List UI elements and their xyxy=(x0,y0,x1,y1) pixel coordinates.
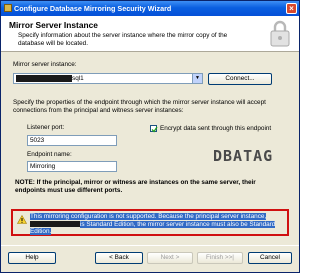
redacted-instance-name xyxy=(30,220,80,227)
watermark: DBATAG xyxy=(213,147,274,165)
padlock-icon xyxy=(270,20,290,47)
ports-note: NOTE: If the principal, mirror or witnes… xyxy=(15,179,256,194)
checkmark-icon xyxy=(151,126,158,133)
encrypt-label: Encrypt data sent through this endpoint xyxy=(160,125,272,132)
page-subtitle: Specify information about the server ins… xyxy=(18,32,228,47)
encrypt-checkbox[interactable] xyxy=(150,125,158,133)
warning-line-2: is Standard Edition, the mirror server i… xyxy=(80,220,276,228)
redacted-server-name xyxy=(16,74,72,82)
back-button[interactable]: < Back xyxy=(95,252,143,264)
warning-icon xyxy=(17,215,27,224)
window-title: Configure Database Mirroring Security Wi… xyxy=(14,4,172,13)
next-button[interactable]: Next > xyxy=(147,252,193,264)
connect-button[interactable]: Connect... xyxy=(208,73,272,85)
finish-button[interactable]: Finish >>| xyxy=(197,252,243,264)
close-button[interactable]: × xyxy=(286,3,297,14)
warning-line-3: Edition. xyxy=(30,228,52,236)
help-button[interactable]: Help xyxy=(8,252,56,264)
endpoint-name-input[interactable]: Mirroring xyxy=(27,161,117,172)
listener-port-label: Listener port: xyxy=(27,124,65,131)
warning-line-1: This mirroring configuration is not supp… xyxy=(30,213,267,220)
warning-box: This mirroring configuration is not supp… xyxy=(11,209,289,236)
app-icon xyxy=(4,4,12,12)
warning-message: This mirroring configuration is not supp… xyxy=(30,213,288,236)
mirror-instance-label: Mirror server instance: xyxy=(13,61,77,68)
page-title: Mirror Server Instance xyxy=(9,20,98,30)
title-bar: Configure Database Mirroring Security Wi… xyxy=(1,1,299,16)
endpoint-name-label: Endpoint name: xyxy=(27,151,72,158)
mirror-instance-value: sql1 xyxy=(72,75,84,82)
wizard-header: Mirror Server Instance Specify informati… xyxy=(1,16,299,52)
wizard-window: Configure Database Mirroring Security Wi… xyxy=(0,0,300,273)
mirror-instance-combo[interactable]: sql1 ▼ xyxy=(13,73,203,84)
cancel-button[interactable]: Cancel xyxy=(248,252,292,264)
footer-separator xyxy=(1,245,299,246)
listener-port-input[interactable]: 5023 xyxy=(27,135,117,146)
endpoint-description: Specify the properties of the endpoint t… xyxy=(13,99,266,114)
chevron-down-icon[interactable]: ▼ xyxy=(192,74,202,83)
